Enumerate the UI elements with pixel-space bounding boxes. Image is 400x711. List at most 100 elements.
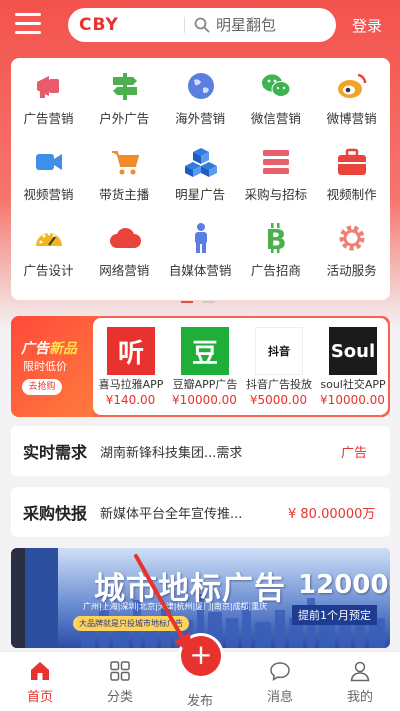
category-item[interactable]: 视频制作 [314,138,389,208]
product-name: soul社交APP [320,378,386,391]
signpost-icon [112,73,137,100]
globe-icon [187,73,214,99]
product-logo-text: Soul [330,340,376,362]
login-link[interactable]: 登录 [352,15,382,36]
search-input[interactable] [216,14,326,36]
briefcase-icon [338,148,367,175]
user-icon [350,661,370,682]
tab-category[interactable]: 分类 [80,652,160,711]
search-divider [184,17,185,33]
purchase-news[interactable]: 采购快报 新媒体平台全年宣传推... ¥ 80.00000万 [11,487,390,537]
person-icon [194,223,207,253]
realtime-tag: 广告 [341,446,368,461]
realtime-demand[interactable]: 实时需求 湖南新锋科技集团...需求 广告 [11,426,390,476]
buy-now-button[interactable]: 去抢购 [22,379,62,395]
promo-subtitle: 限时低价 [23,360,67,373]
category-label: 视频制作 [326,187,377,202]
product-price: ¥5000.00 [249,393,308,407]
category-item[interactable]: 海外营销 [163,62,238,132]
category-label: 自媒体营销 [168,263,232,278]
tab-message[interactable]: 消息 [240,652,320,711]
banner-promo: 提前1个月预定 [292,605,377,625]
cubes-icon [184,148,217,177]
category-item[interactable]: 带货主播 [87,138,162,208]
dashboard-icon [36,232,62,246]
publish-button[interactable]: + [181,636,221,676]
chat-bubble-icon [270,662,290,681]
city-landmark-banner[interactable]: 城市地标广告 120000 广州|上海|深圳|北京|天津|杭州|厦门|南京|成都… [11,548,390,648]
category-item[interactable]: 广告设计 [11,214,86,284]
category-item[interactable]: 微博营销 [314,62,389,132]
weibo-icon [338,73,367,98]
shopping-cart-icon [111,151,140,175]
category-label: 户外广告 [99,111,150,126]
cloud-icon [109,227,141,248]
tab-mine-label: 我的 [346,690,373,705]
search-bar[interactable]: CBY [68,8,336,42]
app-logo: CBY [79,15,119,35]
realtime-desc: 湖南新锋科技集团...需求 [100,446,243,461]
category-label: 海外营销 [175,111,226,126]
grid-icon [110,661,130,681]
tab-home[interactable]: 首页 [0,652,80,711]
banner-edge [11,548,25,648]
category-label: 明星广告 [175,187,226,202]
bitcoin-icon: B [266,223,287,254]
tab-home-label: 首页 [26,690,53,705]
purchase-desc: 新媒体平台全年宣传推... [100,507,243,522]
page-indicator [181,288,225,307]
gear-icon [339,225,365,251]
product-price: ¥140.00 [105,393,156,407]
product-logo-text: 听 [117,338,144,369]
new-products-section: 广告新品 限时低价 去抢购 听喜马拉雅APP ¥140.00 豆豆瓣APP广告 ¥10… [11,316,390,417]
banner-slogan: 大品牌就是只投城市地标广告 [73,616,189,631]
product-price: ¥10000.00 [172,393,237,407]
category-label: 广告设计 [23,263,74,278]
top-header: CBY 登录 [0,0,400,50]
product-item[interactable]: 听喜马拉雅APP ¥140.00 [93,318,168,415]
product-item[interactable]: 豆豆瓣APP广告 ¥10000.00 [167,318,242,415]
video-camera-icon [36,154,62,170]
category-label: 活动服务 [326,263,377,278]
product-price: ¥10000.00 [320,393,385,407]
category-item[interactable]: B 广告招商 [238,214,313,284]
category-label: 微信营销 [250,111,301,126]
category-label: 采购与招标 [244,187,308,202]
menu-icon[interactable] [15,13,41,35]
realtime-title: 实时需求 [23,443,88,462]
product-list: 听喜马拉雅APP ¥140.00 豆豆瓣APP广告 ¥10000.00 抖音 抖音广告投放… [93,318,388,415]
category-label: 视频营销 [23,187,74,202]
product-item[interactable]: Soul soul社交APP ¥10000.00 [315,318,390,415]
tab-mine[interactable]: 我的 [320,652,400,711]
category-item[interactable]: 网络营销 [87,214,162,284]
product-logo: 抖音 [255,327,303,375]
category-label: 广告营销 [23,111,74,126]
svg-text:B: B [266,223,287,254]
new-products-promo[interactable]: 广告新品 限时低价 去抢购 [11,316,93,417]
product-logo-text: 抖音 [268,345,290,358]
category-item[interactable]: 采购与招标 [238,138,313,208]
category-item[interactable]: 广告营销 [11,62,86,132]
category-item[interactable]: 微信营销 [238,62,313,132]
category-item[interactable]: 户外广告 [87,62,162,132]
category-item[interactable]: 视频营销 [11,138,86,208]
search-icon [194,17,210,33]
purchase-title: 采购快报 [23,504,88,523]
product-name: 豆瓣APP广告 [172,378,238,391]
category-item[interactable]: 活动服务 [314,214,389,284]
product-item[interactable]: 抖音 抖音广告投放 ¥5000.00 [241,318,316,415]
banner-number: 120000 [298,570,390,600]
tab-category-label: 分类 [106,690,133,705]
product-logo-text: 豆 [191,338,218,369]
category-item[interactable]: 自媒体营销 [163,214,238,284]
purchase-amount: ¥ 80.00000万 [288,507,376,522]
product-logo: 豆 [181,327,229,375]
wechat-icon [262,74,291,97]
promo-title: 广告新品 [21,341,77,357]
category-label: 广告招商 [250,263,301,278]
category-item[interactable]: 明星广告 [163,138,238,208]
category-label: 微博营销 [326,111,377,126]
tab-message-label: 消息 [266,690,293,705]
category-grid: 广告营销 户外广告 海外营销 微信营销 微博营销视频营销 带货主播 明星广告 采购与招标 视频制… [11,58,390,303]
product-logo: Soul [329,327,377,375]
